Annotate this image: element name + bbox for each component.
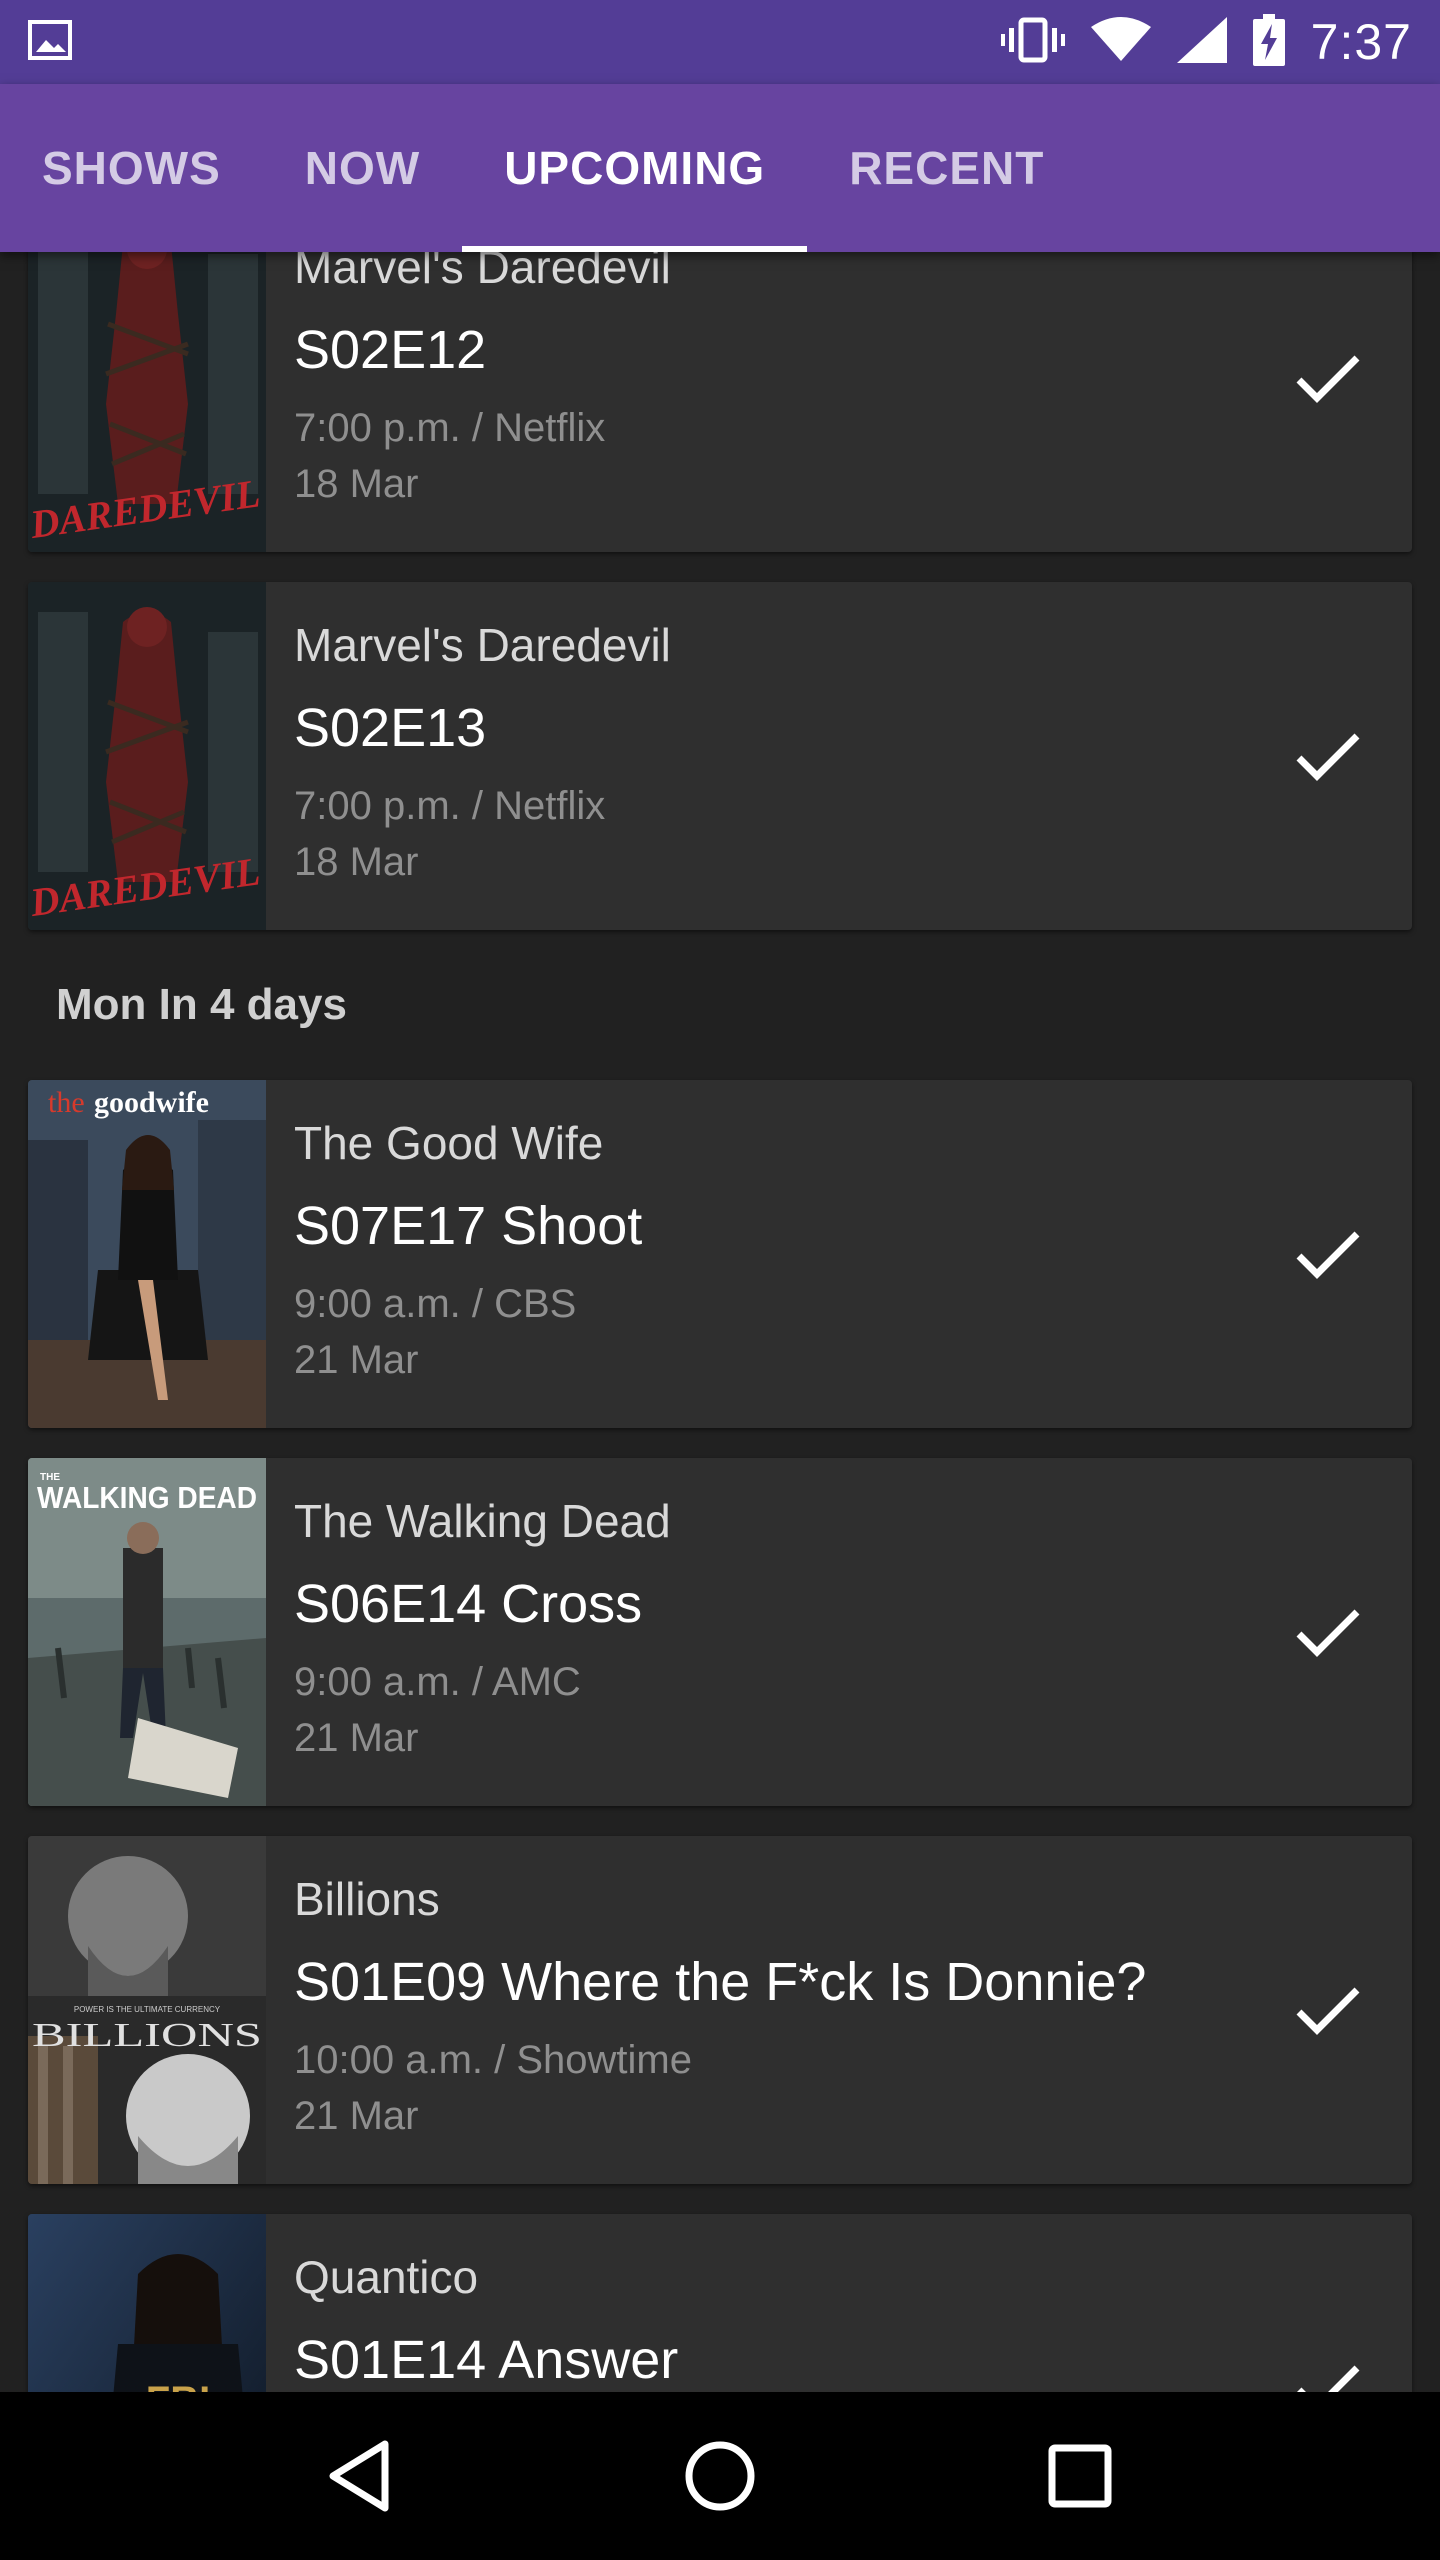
- check-icon: [1296, 1609, 1360, 1657]
- show-poster: the goodwife: [28, 1080, 266, 1428]
- svg-text:BILLIONS: BILLIONS: [32, 2017, 262, 2054]
- back-button[interactable]: [300, 2416, 420, 2536]
- upcoming-list[interactable]: DAREDEVIL Marvel's Daredevil S02E12 7:00 p.…: [0, 252, 1440, 2392]
- episode-title: S01E09 Where the F*ck Is Donnie?: [294, 1952, 1147, 2012]
- air-time-network: 10:00 a.m. / Showtime: [294, 2038, 692, 2082]
- tab-recent[interactable]: RECENT: [807, 84, 1086, 252]
- episode-info: Marvel's Daredevil S02E12 7:00 p.m. / Netf…: [266, 252, 1412, 552]
- air-time-network: 9:00 a.m. / CBS: [294, 1282, 577, 1326]
- tab-now[interactable]: NOW: [263, 84, 462, 252]
- check-icon: [1296, 1231, 1360, 1279]
- episode-title: S06E14 Cross: [294, 1574, 643, 1634]
- tab-shows[interactable]: SHOWS: [0, 84, 263, 252]
- image-icon: [28, 19, 72, 65]
- show-name: Quantico: [294, 2251, 479, 2303]
- navigation-bar: [0, 2392, 1440, 2560]
- episode-meta: 9:00 a.m. / CBS 21 Mar: [294, 1276, 1412, 1388]
- recents-square-icon: [1048, 2444, 1112, 2508]
- episode-meta: 10:00 a.m. / Showtime 21 Mar: [294, 2032, 1412, 2144]
- check-icon: [1297, 2365, 1360, 2392]
- show-poster: FBI: [28, 2214, 266, 2392]
- status-left: [28, 19, 1001, 65]
- show-name: Marvel's Daredevil: [294, 252, 671, 293]
- signal-icon: [1176, 16, 1227, 68]
- watched-button[interactable]: [1288, 716, 1368, 796]
- air-time-network: 9:00 a.m. / AMC: [294, 1660, 581, 1704]
- episode-meta: 7:00 p.m. / Netflix 18 Mar: [294, 778, 1412, 890]
- episode-info: The Walking Dead S06E14 Cross 9:00 a.m. / …: [266, 1458, 1412, 1806]
- episode-info: Marvel's Daredevil S02E13 7:00 p.m. / Netf…: [266, 582, 1412, 930]
- episode-card[interactable]: POWER IS THE ULTIMATE CURRENCY BILLIONS Bi…: [28, 1836, 1412, 2184]
- home-circle-icon: [685, 2441, 755, 2511]
- status-right: 7:37: [1000, 13, 1412, 71]
- battery-charging-icon: [1252, 13, 1285, 71]
- tab-upcoming[interactable]: UPCOMING: [462, 84, 808, 252]
- svg-text:WALKING DEAD: WALKING DEAD: [37, 1480, 257, 1515]
- svg-text:FBI: FBI: [146, 2379, 210, 2392]
- air-date: 21 Mar: [294, 1338, 419, 1382]
- episode-meta: 9:00 a.m. / AMC 21 Mar: [294, 1654, 1412, 1766]
- section-header: Mon In 4 days: [56, 980, 347, 1029]
- svg-text:goodwife: goodwife: [94, 1086, 209, 1119]
- show-poster: POWER IS THE ULTIMATE CURRENCY BILLIONS: [28, 1836, 266, 2184]
- tab-bar: SHOWS NOW UPCOMING RECENT: [0, 84, 1440, 252]
- show-name: The Good Wife: [294, 1117, 604, 1169]
- check-icon: [1296, 355, 1360, 403]
- show-poster: THE WALKING DEAD: [28, 1458, 266, 1806]
- episode-list: DAREDEVIL Marvel's Daredevil S02E12 7:00 p.…: [0, 252, 1440, 2392]
- watched-button[interactable]: [1288, 1214, 1368, 1294]
- vibrate-icon: [1000, 16, 1065, 69]
- show-name: Billions: [294, 1873, 440, 1925]
- episode-title: S02E12: [294, 320, 487, 380]
- episode-info: The Good Wife S07E17 Shoot 9:00 a.m. / CBS…: [266, 1080, 1412, 1428]
- episode-card[interactable]: DAREDEVIL Marvel's Daredevil S02E13 7:00 p.…: [28, 582, 1412, 930]
- show-poster: DAREDEVIL: [28, 582, 266, 930]
- wifi-icon: [1090, 16, 1151, 68]
- home-button[interactable]: [660, 2416, 780, 2536]
- svg-text:the: the: [48, 1086, 85, 1119]
- check-icon: [1296, 733, 1360, 781]
- back-triangle-icon: [329, 2440, 389, 2512]
- air-time-network: 7:00 p.m. / Netflix: [294, 406, 606, 450]
- episode-info: Quantico S01E14 Answer: [266, 2214, 1412, 2392]
- episode-title: S07E17 Shoot: [294, 1196, 643, 1256]
- episode-info: Billions S01E09 Where the F*ck Is Donnie?…: [266, 1836, 1412, 2184]
- air-time-network: 7:00 p.m. / Netflix: [294, 784, 606, 828]
- episode-title: S01E14 Answer: [294, 2330, 679, 2390]
- episode-title: S02E13: [294, 698, 487, 758]
- watched-button[interactable]: [1288, 2348, 1368, 2392]
- show-name: Marvel's Daredevil: [294, 619, 671, 671]
- show-poster: DAREDEVIL: [28, 252, 266, 552]
- episode-card[interactable]: THE WALKING DEAD The Walking Dead S06E14 Cr…: [28, 1458, 1412, 1806]
- episode-card[interactable]: the goodwife The Good Wife S07E17 Shoot 9:00…: [28, 1080, 1412, 1428]
- air-date: 21 Mar: [294, 1716, 419, 1760]
- svg-text:POWER IS THE ULTIMATE CURRENCY: POWER IS THE ULTIMATE CURRENCY: [74, 2005, 221, 2014]
- status-bar: 7:37: [0, 0, 1440, 84]
- episode-card[interactable]: DAREDEVIL Marvel's Daredevil S02E12 7:00 p.…: [28, 252, 1412, 552]
- show-name: The Walking Dead: [294, 1495, 671, 1547]
- air-date: 18 Mar: [294, 462, 419, 506]
- watched-button[interactable]: [1288, 1970, 1368, 2050]
- check-icon: [1296, 1987, 1360, 2035]
- episode-meta: 7:00 p.m. / Netflix 18 Mar: [294, 400, 1412, 512]
- episode-card[interactable]: FBI Quantico S01E14 Answer: [28, 2214, 1412, 2392]
- recents-button[interactable]: [1020, 2416, 1140, 2536]
- air-date: 18 Mar: [294, 840, 419, 884]
- air-date: 21 Mar: [294, 2094, 419, 2138]
- watched-button[interactable]: [1288, 1592, 1368, 1672]
- watched-button[interactable]: [1288, 338, 1368, 418]
- status-time: 7:37: [1310, 14, 1412, 70]
